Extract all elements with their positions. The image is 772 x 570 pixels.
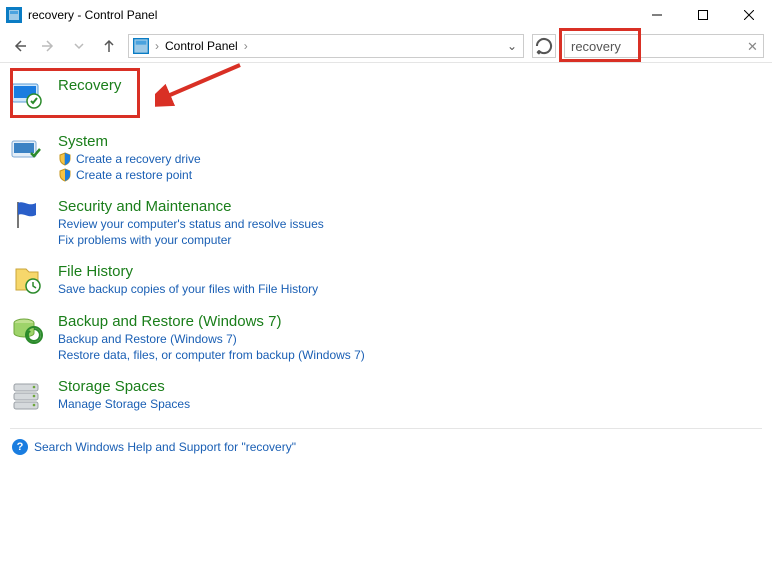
breadcrumb-separator: ›: [244, 39, 248, 53]
recovery-link[interactable]: Recovery: [58, 77, 121, 94]
help-row: ? Search Windows Help and Support for "r…: [10, 428, 762, 455]
help-icon: ?: [12, 439, 28, 455]
address-bar[interactable]: › Control Panel › ⌄: [128, 34, 524, 58]
system-icon: [10, 133, 44, 167]
help-link[interactable]: Search Windows Help and Support for "rec…: [34, 440, 296, 454]
security-link[interactable]: Security and Maintenance: [58, 198, 324, 215]
shield-icon: [58, 152, 72, 166]
breadcrumb-separator: ›: [155, 39, 159, 53]
up-button[interactable]: [98, 35, 120, 57]
refresh-button[interactable]: [532, 34, 556, 58]
sub-link-label: Create a restore point: [76, 168, 192, 182]
minimize-button[interactable]: [634, 0, 680, 30]
restore-data-link[interactable]: Restore data, files, or computer from ba…: [58, 348, 365, 362]
backup-link[interactable]: Backup and Restore (Windows 7): [58, 313, 365, 330]
create-restore-point-link[interactable]: Create a restore point: [58, 168, 201, 182]
backup-restore-link[interactable]: Backup and Restore (Windows 7): [58, 332, 365, 346]
storage-link[interactable]: Storage Spaces: [58, 378, 190, 395]
file-history-link[interactable]: File History: [58, 263, 318, 280]
forward-button[interactable]: [38, 35, 60, 57]
clear-search-icon[interactable]: ✕: [747, 39, 758, 53]
window-title: recovery - Control Panel: [28, 8, 634, 22]
navbar: › Control Panel › ⌄ ✕: [0, 30, 772, 62]
result-recovery: Recovery: [10, 77, 762, 111]
close-button[interactable]: [726, 0, 772, 30]
recent-dropdown[interactable]: [68, 35, 90, 57]
save-backup-copies-link[interactable]: Save backup copies of your files with Fi…: [58, 282, 318, 296]
address-dropdown-icon[interactable]: ⌄: [507, 39, 517, 53]
file-history-icon: [10, 263, 44, 297]
flag-icon: [10, 198, 44, 232]
titlebar: recovery - Control Panel: [0, 0, 772, 30]
maximize-button[interactable]: [680, 0, 726, 30]
recovery-icon: [10, 77, 44, 111]
review-status-link[interactable]: Review your computer's status and resolv…: [58, 217, 324, 231]
search-input[interactable]: [571, 39, 747, 54]
create-recovery-drive-link[interactable]: Create a recovery drive: [58, 152, 201, 166]
result-system: System Create a recovery drive Create a …: [10, 133, 762, 182]
window-controls: [634, 0, 772, 30]
system-link[interactable]: System: [58, 133, 201, 150]
result-storage: Storage Spaces Manage Storage Spaces: [10, 378, 762, 412]
fix-problems-link[interactable]: Fix problems with your computer: [58, 233, 324, 247]
backup-icon: [10, 313, 44, 347]
storage-icon: [10, 378, 44, 412]
results-content: Recovery System Create a recovery drive …: [0, 63, 772, 465]
breadcrumb-control-panel[interactable]: Control Panel: [165, 39, 238, 53]
result-backup: Backup and Restore (Windows 7) Backup an…: [10, 313, 762, 362]
search-box[interactable]: ✕: [564, 34, 764, 58]
result-file-history: File History Save backup copies of your …: [10, 263, 762, 297]
manage-storage-link[interactable]: Manage Storage Spaces: [58, 397, 190, 411]
control-panel-address-icon: [133, 38, 149, 54]
back-button[interactable]: [8, 35, 30, 57]
result-security: Security and Maintenance Review your com…: [10, 198, 762, 247]
shield-icon: [58, 168, 72, 182]
sub-link-label: Create a recovery drive: [76, 152, 201, 166]
control-panel-icon: [6, 7, 22, 23]
